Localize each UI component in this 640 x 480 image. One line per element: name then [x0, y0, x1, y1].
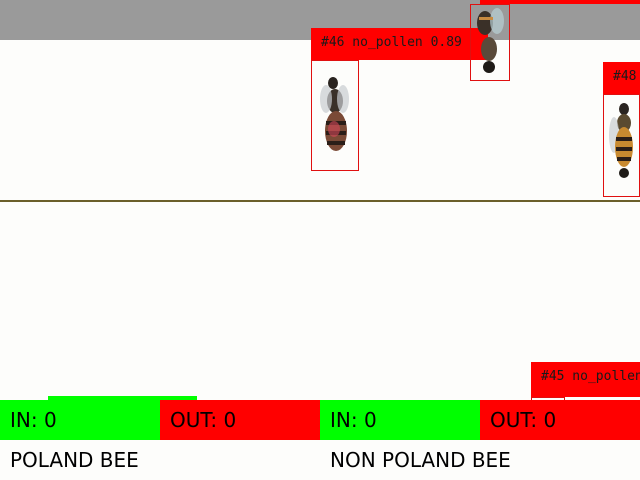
- non-poland-out-counter: OUT: 0: [480, 400, 640, 440]
- poland-bee-title: POLAND BEE: [10, 448, 139, 472]
- non-poland-bee-title: NON POLAND BEE: [330, 448, 511, 472]
- bee-icon: [609, 103, 633, 178]
- detection-label: #46 no_pollen 0.89: [311, 28, 488, 60]
- counting-line: [0, 200, 640, 202]
- bee-icon: [320, 77, 349, 151]
- detection-box[interactable]: [311, 60, 359, 171]
- detection-box[interactable]: [603, 94, 640, 197]
- detection-box[interactable]: [470, 4, 510, 81]
- bee-icon: [477, 8, 504, 73]
- poland-in-counter: IN: 0: [0, 400, 160, 440]
- poland-out-counter: OUT: 0: [160, 400, 320, 440]
- detection-label: #45 no_pollen: [531, 362, 640, 397]
- non-poland-in-counter: IN: 0: [320, 400, 480, 440]
- detection-label: #48 no_pollen: [603, 62, 640, 94]
